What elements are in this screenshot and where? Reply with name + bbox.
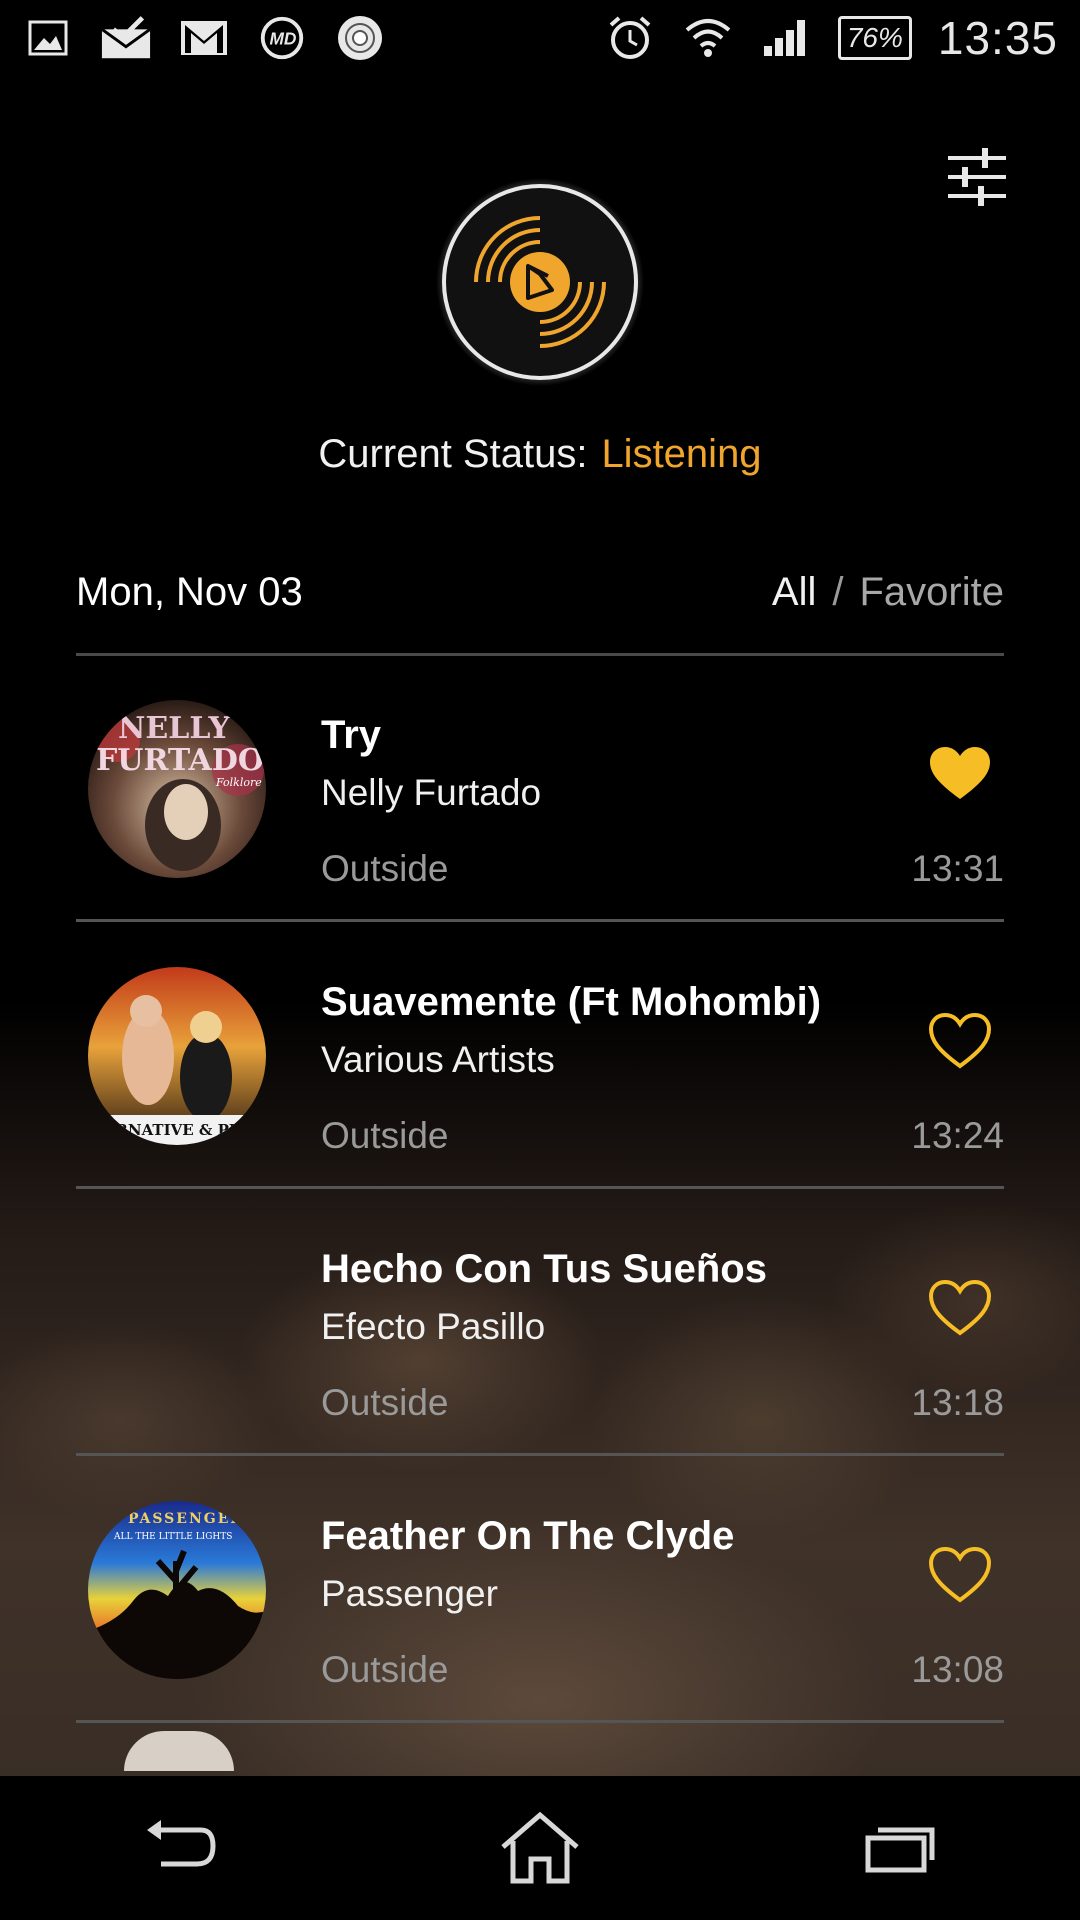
song-artist: Nelly Furtado bbox=[321, 772, 542, 813]
album-art-text: NELLY bbox=[118, 711, 231, 746]
favorite-heart-outline-icon[interactable] bbox=[928, 1546, 992, 1604]
song-artist: Passenger bbox=[321, 1573, 498, 1614]
song-title: Hecho Con Tus Sueños bbox=[321, 1247, 767, 1291]
song-row[interactable]: PASSENGER ALL THE LITTLE LIGHTS Feather … bbox=[76, 1456, 1004, 1723]
album-art: ERNATIVE & PU bbox=[88, 967, 266, 1145]
album-art-text: Folklore bbox=[215, 776, 262, 789]
song-row[interactable]: Hecho Con Tus Sueños Efecto Pasillo Outs… bbox=[76, 1189, 1004, 1456]
filter-separator: / bbox=[832, 569, 844, 614]
gmail-icon bbox=[178, 16, 230, 60]
status-label: Current Status: bbox=[318, 432, 588, 476]
filter-toggle: All / Favorite bbox=[772, 570, 1004, 615]
vinyl-app-icon bbox=[334, 16, 386, 60]
song-location: Outside bbox=[321, 1115, 449, 1156]
song-location: Outside bbox=[321, 1382, 449, 1423]
song-time: 13:24 bbox=[911, 1115, 1004, 1156]
settings-sliders-icon[interactable] bbox=[946, 146, 1008, 208]
navigation-bar bbox=[0, 1776, 1080, 1920]
filter-all-tab[interactable]: All bbox=[772, 570, 816, 615]
album-art-text: PASSENGER bbox=[128, 1511, 244, 1527]
md-app-icon: MD bbox=[256, 16, 308, 60]
album-art-text: ALL THE LITTLE LIGHTS bbox=[113, 1532, 232, 1542]
album-art: PASSENGER ALL THE LITTLE LIGHTS bbox=[88, 1501, 266, 1679]
song-time: 13:31 bbox=[911, 848, 1004, 889]
svg-text:MD: MD bbox=[269, 29, 296, 49]
song-list: NELLY FURTADO Folklore Try Nelly Furtado… bbox=[76, 655, 1004, 1771]
clock: 13:35 bbox=[937, 12, 1058, 64]
current-status: Current Status: Listening bbox=[0, 432, 1080, 477]
picture-icon bbox=[22, 16, 74, 60]
favorite-heart-outline-icon[interactable] bbox=[928, 1279, 992, 1337]
album-art-text: FURTADO bbox=[96, 743, 264, 778]
status-value: Listening bbox=[601, 432, 762, 476]
song-time: 13:08 bbox=[911, 1649, 1004, 1690]
mail-done-icon bbox=[100, 16, 152, 60]
recent-apps-icon[interactable] bbox=[845, 1793, 955, 1903]
song-row[interactable]: NELLY FURTADO Folklore Try Nelly Furtado… bbox=[76, 655, 1004, 922]
date-label: Mon, Nov 03 bbox=[76, 569, 303, 614]
battery-indicator: 76% bbox=[837, 16, 912, 60]
album-art bbox=[124, 1731, 234, 1771]
song-time: 13:18 bbox=[911, 1382, 1004, 1423]
list-header: Mon, Nov 03 All / Favorite bbox=[76, 562, 1004, 622]
status-bar: MD 76% 13:35 bbox=[0, 0, 1080, 76]
song-title: Feather On The Clyde bbox=[321, 1514, 735, 1558]
song-location: Outside bbox=[321, 1649, 449, 1690]
song-title: Try bbox=[321, 713, 382, 757]
album-art-text: ERNATIVE & PU bbox=[104, 1121, 242, 1139]
alarm-icon bbox=[604, 16, 656, 60]
song-title: Suavemente (Ft Mohombi) bbox=[321, 980, 822, 1024]
back-icon[interactable] bbox=[125, 1793, 235, 1903]
song-artist: Efecto Pasillo bbox=[321, 1306, 546, 1347]
song-row[interactable]: ERNATIVE & PU Suavemente (Ft Mohombi) Va… bbox=[76, 922, 1004, 1189]
song-location: Outside bbox=[321, 848, 449, 889]
song-artist: Various Artists bbox=[321, 1039, 555, 1080]
app-vinyl-logo[interactable] bbox=[436, 178, 644, 386]
wifi-icon bbox=[682, 16, 734, 60]
album-art: NELLY FURTADO Folklore bbox=[88, 700, 266, 878]
song-row-partial[interactable] bbox=[76, 1723, 1004, 1771]
favorite-heart-filled-icon[interactable] bbox=[928, 745, 992, 803]
favorite-heart-outline-icon[interactable] bbox=[928, 1012, 992, 1070]
signal-icon bbox=[760, 16, 812, 60]
filter-favorite-tab[interactable]: Favorite bbox=[860, 570, 1005, 615]
home-icon[interactable] bbox=[485, 1793, 595, 1903]
